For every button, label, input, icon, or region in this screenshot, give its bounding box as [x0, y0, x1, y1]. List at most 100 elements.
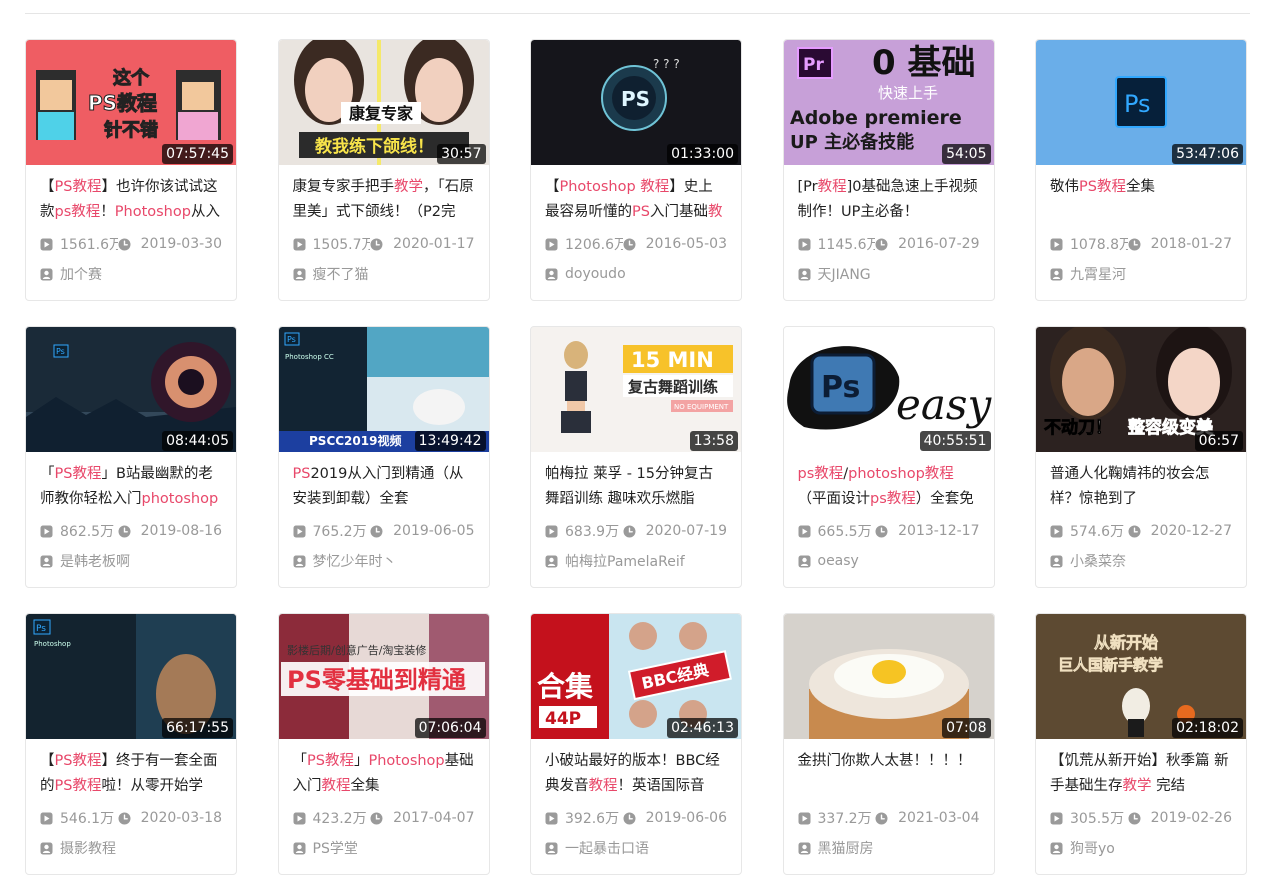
video-card[interactable]: 合集 44P BBC经典 02:46:13 小破站最好的版本！BBC经典发音教程！… — [530, 613, 742, 875]
author-link[interactable]: doyoudo — [545, 264, 727, 284]
clock-icon — [623, 812, 636, 825]
thumbnail-caption: Adobe premiere — [790, 107, 962, 129]
thumbnail-caption: 影楼后期/创意广告/淘宝装修 — [287, 643, 426, 657]
title-keyword-highlight: PS教程 — [54, 778, 102, 794]
author-link[interactable]: 狗哥yo — [1050, 838, 1232, 858]
author-link[interactable]: 帕梅拉PamelaReif — [545, 551, 727, 571]
author-link[interactable]: 是韩老板啊 — [40, 551, 222, 571]
user-icon — [798, 555, 811, 568]
author-link[interactable]: 梦忆少年时丶 — [293, 551, 475, 571]
title-keyword-highlight: Photoshop — [368, 753, 445, 769]
thumbnail-caption: 15 MIN — [631, 348, 714, 372]
view-count: 683.9万 — [565, 524, 620, 540]
video-title[interactable]: 小破站最好的版本！BBC经典发音教程！英语国际音 — [545, 749, 727, 799]
video-card[interactable]: Ps 08:44:05 「PS教程」B站最幽默的老师教你轻松入门photoshop… — [25, 326, 237, 588]
author-link[interactable]: 黑猫厨房 — [798, 838, 980, 858]
thumbnail-caption: 巨人国新手教学 — [1058, 656, 1163, 674]
video-card[interactable]: 07:08 金拱门你欺人太甚！！！！ 337.2万 2021-03-04 黑猫厨房 — [782, 613, 995, 875]
video-thumbnail[interactable]: 15 MIN 复古舞蹈训练 NO EQUIPMENT 13:58 — [531, 327, 741, 452]
video-title[interactable]: 帕梅拉 莱孚 - 15分钟复古舞蹈训练 趣味欢乐燃脂 — [545, 462, 727, 512]
title-keyword-highlight: 教学 — [1122, 778, 1152, 794]
video-title[interactable]: 普通人化鞠婧祎的妆会怎样？惊艳到了 — [1050, 462, 1232, 512]
upload-date: 2020-03-18 — [140, 810, 222, 826]
title-text: 【 — [40, 753, 55, 769]
video-card[interactable]: Ps Photoshop 66:17:55 【PS教程】终于有一套全面的PS教程啦… — [25, 613, 237, 875]
author-link[interactable]: PS学堂 — [293, 838, 475, 858]
view-count: 337.2万 — [817, 811, 872, 827]
view-count: 423.2万 — [312, 811, 367, 827]
video-meta: 765.2万 2019-06-05 — [293, 521, 475, 541]
user-icon — [798, 268, 811, 281]
video-title[interactable]: 「PS教程」B站最幽默的老师教你轻松入门photoshop — [40, 462, 222, 512]
author-link[interactable]: 瘦不了猫 — [293, 264, 475, 284]
video-card[interactable]: Ps 53:47:06 敬伟PS教程全集 1078.8万 2018-01-27 九霄星河 — [1035, 39, 1247, 301]
view-count: 305.5万 — [1070, 811, 1125, 827]
author-link[interactable]: 摄影教程 — [40, 838, 222, 858]
video-card[interactable]: 康复专家 教我练下颌线！ 30:57 康复专家手把手教学，「石原里美」式下颌线！（… — [277, 39, 490, 301]
author-link[interactable]: oeasy — [798, 551, 980, 571]
video-card[interactable]: 不动刀！ 整容级变美 06:57 普通人化鞠婧祎的妆会怎样？惊艳到了 574.6万 2… — [1035, 326, 1247, 588]
video-thumbnail[interactable]: Ps Photoshop CC PSCC2019视频 13:49:42 — [278, 327, 489, 452]
video-title[interactable]: 康复专家手把手教学，「石原里美」式下颌线！（P2完 — [293, 175, 475, 225]
duration-badge: 13:49:42 — [414, 431, 486, 451]
video-title[interactable]: 「PS教程」Photoshop基础入门教程全集 — [293, 749, 475, 799]
video-thumbnail[interactable]: Ps 53:47:06 — [1036, 40, 1246, 165]
video-title[interactable]: 敬伟PS教程全集 — [1050, 175, 1232, 225]
duration-badge: 30:57 — [437, 144, 486, 164]
video-thumbnail[interactable]: Ps Photoshop 66:17:55 — [26, 614, 236, 739]
video-title[interactable]: [Pr教程]0基础急速上手视频制作！UP主必备！ — [798, 175, 980, 225]
video-card[interactable]: Pr 0 基础 快速上手 Adobe premiere UP 主必备技能 54:… — [782, 39, 995, 301]
clock-icon — [370, 238, 383, 251]
video-card[interactable]: 影楼后期/创意广告/淘宝装修 PS零基础到精通 07:06:04 「PS教程」Ph… — [277, 613, 490, 875]
video-thumbnail[interactable]: PS ? ? ? 01:33:00 — [531, 40, 741, 165]
author-link[interactable]: 九霄星河 — [1050, 264, 1232, 284]
title-text: 【 — [545, 179, 560, 195]
author-link[interactable]: 一起暴击口语 — [545, 838, 727, 858]
video-title[interactable]: 【PS教程】终于有一套全面的PS教程啦！从零开始学 — [40, 749, 222, 799]
video-meta: 574.6万 2020-12-27 — [1050, 521, 1232, 541]
video-title[interactable]: ps教程/photoshop教程（平面设计ps教程）全套免费 — [798, 462, 980, 512]
upload-date: 2020-12-27 — [1150, 523, 1232, 539]
video-card[interactable]: 从新开始 巨人国新手教学 02:18:02 【饥荒从新开始】秋季篇 新手基础生存教… — [1035, 613, 1247, 875]
video-title[interactable]: 【饥荒从新开始】秋季篇 新手基础生存教学 完结 — [1050, 749, 1232, 799]
title-keyword-highlight: Photoshop 教程 — [559, 179, 670, 195]
user-icon — [1050, 555, 1063, 568]
video-thumbnail[interactable]: Pr 0 基础 快速上手 Adobe premiere UP 主必备技能 54:… — [783, 40, 994, 165]
video-thumbnail[interactable]: 合集 44P BBC经典 02:46:13 — [531, 614, 741, 739]
video-meta: 546.1万 2020-03-18 — [40, 808, 222, 828]
video-thumbnail[interactable]: 不动刀！ 整容级变美 06:57 — [1036, 327, 1246, 452]
title-keyword-highlight: PS — [292, 466, 311, 482]
video-card[interactable]: 15 MIN 复古舞蹈训练 NO EQUIPMENT 13:58 帕梅拉 莱孚 -… — [530, 326, 742, 588]
video-card[interactable]: Ps easy 40:55:51 ps教程/photoshop教程（平面设计ps教… — [782, 326, 995, 588]
video-title[interactable]: PS2019从入门到精通（从安装到卸载）全套 — [293, 462, 475, 512]
author-link[interactable]: 天JIANG — [798, 264, 980, 284]
video-card[interactable]: Ps Photoshop CC PSCC2019视频 13:49:42 PS201… — [277, 326, 490, 588]
thumbnail-caption: PS零基础到精通 — [287, 666, 466, 694]
video-thumbnail[interactable]: Ps easy 40:55:51 — [783, 327, 994, 452]
author-link[interactable]: 小桑菜奈 — [1050, 551, 1232, 571]
video-title[interactable]: 【Photoshop 教程】史上最容易听懂的PS入门基础教程 — [545, 175, 727, 225]
duration-badge: 53:47:06 — [1172, 144, 1243, 164]
view-count: 1145.6万 — [817, 237, 876, 253]
video-card[interactable]: PS ? ? ? 01:33:00 【Photoshop 教程】史上最容易听懂的P… — [530, 39, 742, 301]
play-icon — [545, 812, 558, 825]
video-thumbnail[interactable]: 康复专家 教我练下颌线！ 30:57 — [278, 40, 489, 165]
user-icon — [40, 555, 53, 568]
play-icon — [40, 525, 53, 538]
title-text: 金拱门你欺人太甚！！！！ — [797, 753, 972, 769]
video-thumbnail[interactable]: Ps 08:44:05 — [26, 327, 236, 452]
video-title[interactable]: 金拱门你欺人太甚！！！！ — [798, 749, 980, 799]
thumbnail-caption: Ps — [56, 347, 65, 356]
play-icon — [798, 812, 811, 825]
video-thumbnail[interactable]: 这个 PS教程 针不错 07:57:45 — [26, 40, 236, 165]
video-thumbnail[interactable]: 从新开始 巨人国新手教学 02:18:02 — [1036, 614, 1246, 739]
video-thumbnail[interactable]: 影楼后期/创意广告/淘宝装修 PS零基础到精通 07:06:04 — [278, 614, 489, 739]
play-icon — [1050, 238, 1063, 251]
video-title[interactable]: 【PS教程】也许你该试试这款ps教程！Photoshop从入 — [40, 175, 222, 225]
author-name: 梦忆少年时丶 — [312, 554, 397, 570]
duration-badge: 02:46:13 — [667, 718, 738, 738]
author-link[interactable]: 加个赛 — [40, 264, 222, 284]
video-thumbnail[interactable]: 07:08 — [783, 614, 994, 739]
play-icon — [293, 238, 306, 251]
video-card[interactable]: 这个 PS教程 针不错 07:57:45 【PS教程】也许你该试试这款ps教程！P… — [25, 39, 237, 301]
